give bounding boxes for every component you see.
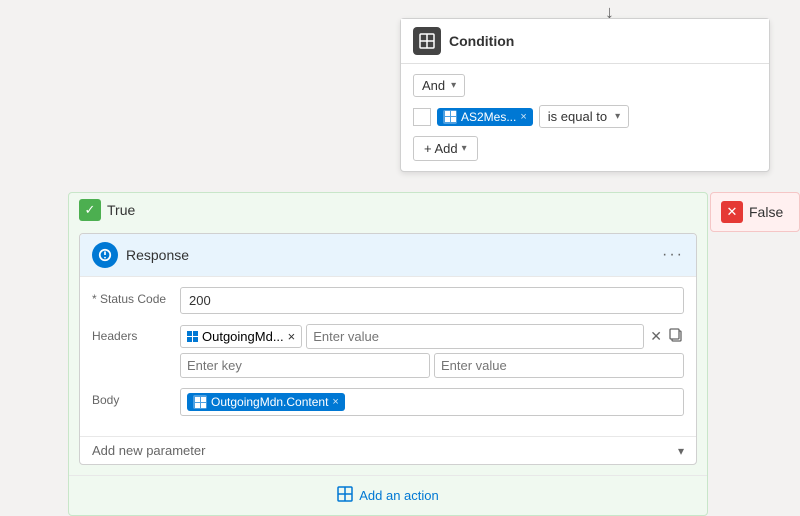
add-param-label: Add new parameter (92, 443, 678, 458)
headers-label: Headers (92, 324, 172, 343)
is-equal-dropdown[interactable]: is equal to ▾ (539, 105, 629, 128)
headers-area: OutgoingMd... × ✕ (180, 324, 684, 378)
as2-token[interactable]: AS2Mes... × (437, 108, 533, 126)
add-param-row[interactable]: Add new parameter ▾ (80, 436, 696, 464)
condition-header: Condition (401, 19, 769, 64)
token-grid-icon (443, 110, 457, 124)
false-x-icon: ✕ (721, 201, 743, 223)
condition-row: AS2Mes... × is equal to ▾ (413, 105, 757, 128)
condition-title: Condition (449, 33, 514, 49)
status-code-label: * Status Code (92, 287, 172, 306)
body-token-close[interactable]: × (332, 396, 338, 408)
header-token: OutgoingMd... × (180, 325, 302, 348)
add-action-icon (337, 486, 353, 505)
response-card: Response ··· * Status Code Headers (79, 233, 697, 465)
chevron-down-icon: ▾ (607, 111, 620, 122)
response-header: Response ··· (80, 234, 696, 277)
response-title: Response (126, 247, 662, 263)
param-chevron-icon: ▾ (678, 444, 684, 458)
header-row-2 (180, 353, 684, 378)
true-check-icon: ✓ (79, 199, 101, 221)
body-token-area[interactable]: OutgoingMdn.Content × (180, 388, 684, 416)
header-value-input[interactable] (306, 324, 644, 349)
condition-block: Condition And ▾ AS2Mes... × is equal to … (400, 18, 770, 172)
header-row-1: OutgoingMd... × ✕ (180, 324, 684, 349)
true-section-label: True (107, 202, 135, 218)
token-close-button[interactable]: × (520, 111, 526, 123)
status-code-input[interactable] (180, 287, 684, 314)
false-section: ✕ False (710, 192, 800, 232)
and-dropdown[interactable]: And ▾ (413, 74, 465, 97)
body-token-label: OutgoingMdn.Content (211, 395, 328, 409)
header-token-close[interactable]: × (288, 329, 296, 344)
headers-row: Headers Outgo (92, 324, 684, 378)
copy-icon[interactable] (668, 327, 684, 346)
status-code-row: * Status Code (92, 287, 684, 314)
response-icon (92, 242, 118, 268)
condition-body: And ▾ AS2Mes... × is equal to ▾ + Add ▾ (401, 64, 769, 171)
enter-key-input[interactable] (180, 353, 430, 378)
add-button[interactable]: + Add ▾ (413, 136, 478, 161)
condition-icon (413, 27, 441, 55)
false-section-header: ✕ False (711, 195, 793, 229)
chevron-down-icon: ▾ (451, 80, 456, 91)
ellipsis-button[interactable]: ··· (662, 246, 684, 264)
header-token-label: OutgoingMd... (202, 329, 284, 344)
true-section-header: ✓ True (69, 193, 707, 227)
grid-icon (187, 331, 198, 342)
false-section-label: False (749, 204, 783, 220)
true-section: ✓ True Response ··· * Status Code (68, 192, 708, 516)
response-body: * Status Code Headers (80, 277, 696, 436)
body-token[interactable]: OutgoingMdn.Content × (187, 393, 345, 411)
add-action-area[interactable]: Add an action (69, 475, 707, 515)
delete-icon[interactable]: ✕ (648, 326, 664, 347)
add-action-label[interactable]: Add an action (359, 488, 439, 503)
body-row: Body OutgoingMdn.Content × (92, 388, 684, 416)
condition-checkbox[interactable] (413, 108, 431, 126)
body-token-icon (193, 395, 207, 409)
body-label: Body (92, 388, 172, 407)
chevron-down-icon: ▾ (462, 143, 467, 154)
enter-value-input-2[interactable] (434, 353, 684, 378)
